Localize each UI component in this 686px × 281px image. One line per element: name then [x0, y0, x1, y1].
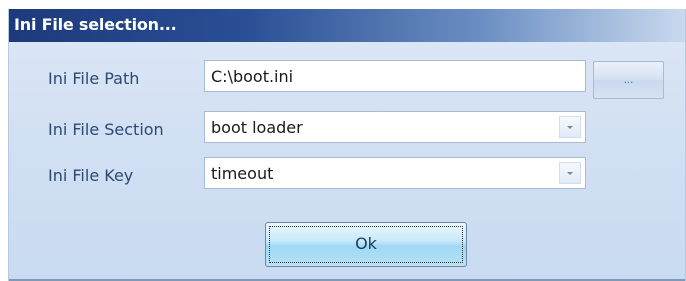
ini-file-section-label: Ini File Section: [48, 120, 164, 139]
ini-file-path-input[interactable]: C:\boot.ini: [204, 60, 586, 92]
ok-button[interactable]: Ok: [265, 222, 467, 267]
window-title: Ini File selection...: [14, 15, 177, 34]
title-bar: Ini File selection...: [9, 9, 685, 42]
ok-button-label: Ok: [355, 234, 377, 253]
ini-file-path-label: Ini File Path: [48, 69, 140, 88]
ini-file-path-value: C:\boot.ini: [211, 67, 294, 86]
ini-file-section-combobox[interactable]: boot loader: [204, 111, 586, 143]
ini-file-selection-dialog: Ini File selection... Ini File Path C:\b…: [8, 9, 686, 281]
browse-button-label: ...: [623, 75, 634, 86]
ini-file-section-value: boot loader: [211, 118, 303, 137]
browse-button[interactable]: ...: [593, 61, 664, 99]
chevron-down-icon[interactable]: [559, 116, 581, 138]
chevron-down-icon[interactable]: [559, 162, 581, 184]
ini-file-key-combobox[interactable]: timeout: [204, 157, 586, 189]
ini-file-key-label: Ini File Key: [48, 166, 134, 185]
ini-file-key-value: timeout: [211, 164, 274, 183]
